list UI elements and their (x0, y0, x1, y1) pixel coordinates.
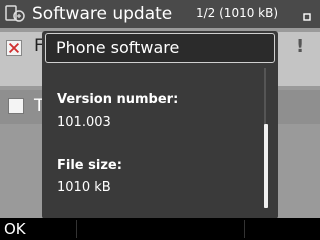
version-label: Version number: (57, 92, 179, 107)
scrollbar-thumb[interactable] (264, 124, 268, 208)
status-bar: Software update 1/2 (1010 kB) (0, 0, 320, 28)
window-title: Software update (32, 4, 173, 24)
softkey-divider (244, 220, 245, 238)
alert-icon: ! (296, 36, 305, 57)
software-update-icon (5, 5, 25, 22)
item-counter: 1/2 (1010 kB) (196, 6, 279, 20)
softkey-divider (76, 220, 77, 238)
unchecked-red-icon[interactable] (6, 40, 22, 56)
version-value: 101.003 (57, 115, 111, 130)
file-size-value: 1010 kB (57, 180, 111, 195)
popup-title: Phone software (56, 38, 180, 57)
checkbox-icon[interactable] (8, 98, 24, 114)
popup-header: Phone software (45, 33, 275, 63)
softkey-bar: OK (0, 218, 320, 240)
ok-button[interactable]: OK (4, 220, 26, 238)
details-popup: Phone software Version number: 101.003 F… (42, 31, 278, 219)
file-size-label: File size: (57, 158, 122, 173)
signal-icon (303, 13, 311, 21)
